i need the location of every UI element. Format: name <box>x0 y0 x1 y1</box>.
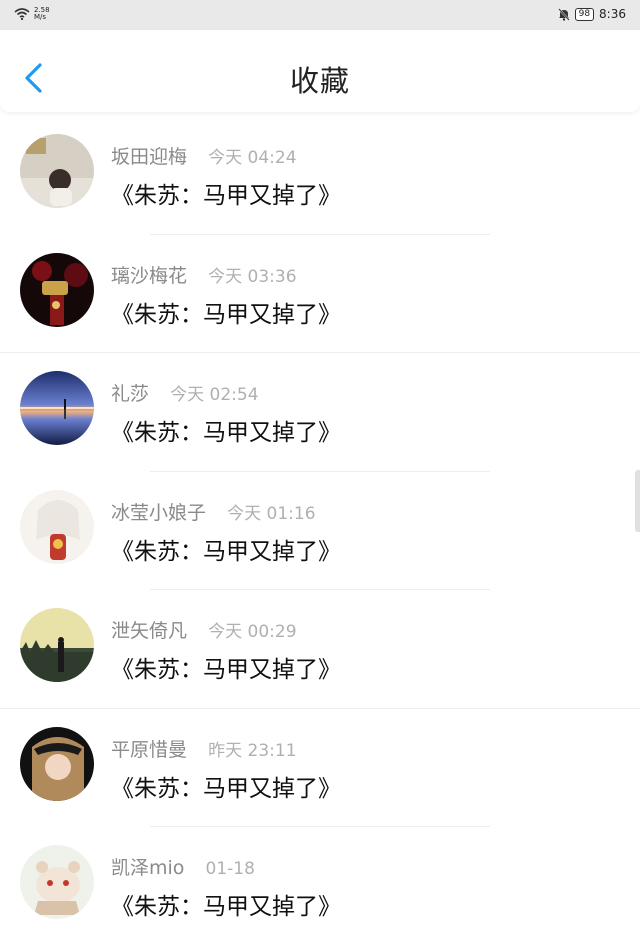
item-meta: 礼莎 今天 02:54 <box>111 379 259 406</box>
book-title[interactable]: 《朱苏：马甲又掉了》 <box>111 769 341 803</box>
wifi-icon <box>14 8 30 20</box>
book-title[interactable]: 《朱苏：马甲又掉了》 <box>111 650 341 684</box>
item-meta: 泄矢倚凡 今天 00:29 <box>111 616 297 643</box>
list-item[interactable]: 冰莹小娘子 今天 01:16 《朱苏：马甲又掉了》 <box>0 472 640 590</box>
book-title[interactable]: 《朱苏：马甲又掉了》 <box>111 887 341 921</box>
timestamp: 今天 03:36 <box>208 266 297 287</box>
list-item[interactable]: 坂田迎梅 今天 04:24 《朱苏：马甲又掉了》 <box>0 116 640 235</box>
nav-bar: 收藏 <box>0 30 640 112</box>
scroll-handle[interactable] <box>635 470 640 532</box>
book-title[interactable]: 《朱苏：马甲又掉了》 <box>111 176 341 210</box>
item-meta: 冰莹小娘子 今天 01:16 <box>111 498 316 525</box>
status-left: 2.58 M/s <box>14 7 50 21</box>
book-title[interactable]: 《朱苏：马甲又掉了》 <box>111 295 341 329</box>
status-time: 8:36 <box>599 7 626 21</box>
list-item[interactable]: 平原惜曼 昨天 23:11 《朱苏：马甲又掉了》 <box>0 709 640 827</box>
user-name[interactable]: 平原惜曼 <box>111 739 187 761</box>
user-name[interactable]: 凯泽mio <box>111 857 184 879</box>
list-item[interactable]: 璃沙梅花 今天 03:36 《朱苏：马甲又掉了》 <box>0 235 640 353</box>
avatar[interactable] <box>20 371 94 445</box>
avatar[interactable] <box>20 608 94 682</box>
book-title[interactable]: 《朱苏：马甲又掉了》 <box>111 532 341 566</box>
list-item[interactable]: 礼莎 今天 02:54 《朱苏：马甲又掉了》 <box>0 353 640 472</box>
book-title[interactable]: 《朱苏：马甲又掉了》 <box>111 413 341 447</box>
user-name[interactable]: 冰莹小娘子 <box>111 502 206 524</box>
avatar[interactable] <box>20 134 94 208</box>
user-name[interactable]: 璃沙梅花 <box>111 265 187 287</box>
timestamp: 今天 00:29 <box>208 622 297 642</box>
status-right: 98 8:36 <box>557 7 626 21</box>
avatar[interactable] <box>20 845 94 919</box>
network-speed-unit: M/s <box>34 13 47 21</box>
status-bar: 2.58 M/s 98 8:36 <box>0 0 640 30</box>
list-item[interactable]: 凯泽mio 01-18 《朱苏：马甲又掉了》 <box>0 827 640 946</box>
bell-muted-icon <box>557 7 570 21</box>
item-meta: 平原惜曼 昨天 23:11 <box>111 735 297 762</box>
list-item[interactable]: 泄矢倚凡 今天 00:29 《朱苏：马甲又掉了》 <box>0 590 640 709</box>
avatar[interactable] <box>20 726 94 801</box>
timestamp: 今天 01:16 <box>227 503 316 524</box>
item-meta: 坂田迎梅 今天 04:24 <box>111 142 297 169</box>
page-title: 收藏 <box>289 64 350 98</box>
user-name[interactable]: 泄矢倚凡 <box>111 620 187 642</box>
network-speed: 2.58 M/s <box>34 7 50 21</box>
item-meta: 凯泽mio 01-18 <box>111 853 255 880</box>
timestamp: 今天 04:24 <box>208 148 297 168</box>
timestamp: 01-18 <box>205 859 255 879</box>
user-name[interactable]: 坂田迎梅 <box>111 146 187 168</box>
timestamp: 今天 02:54 <box>170 385 259 405</box>
battery-indicator: 98 <box>574 7 595 21</box>
timestamp: 昨天 23:11 <box>208 740 297 761</box>
item-meta: 璃沙梅花 今天 03:36 <box>111 261 297 288</box>
avatar[interactable] <box>20 252 94 327</box>
user-name[interactable]: 礼莎 <box>111 383 149 405</box>
avatar[interactable] <box>20 489 94 564</box>
favorites-list: 坂田迎梅 今天 04:24 《朱苏：马甲又掉了》 璃沙梅花 今天 03:36 《… <box>0 116 640 946</box>
